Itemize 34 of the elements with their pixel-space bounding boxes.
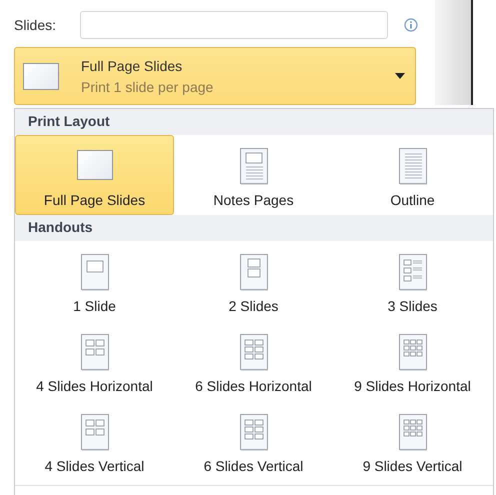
info-icon[interactable] [404, 18, 418, 32]
slides-label: Slides: [14, 17, 58, 33]
layout-option[interactable]: 2 Slides [174, 241, 333, 321]
page-layout-icon [398, 148, 426, 185]
layout-option[interactable]: 4 Slides Vertical [15, 401, 174, 481]
dropdown-title: Full Page Slides [81, 58, 184, 74]
layout-option[interactable]: 9 Slides Horizontal [333, 321, 492, 401]
section-header: Handouts [15, 215, 493, 241]
layout-option[interactable]: 6 Slides Vertical [174, 401, 333, 481]
slides-input-field[interactable] [80, 11, 388, 39]
section-header: Print Layout [15, 109, 493, 135]
layout-option[interactable]: 1 Slide [15, 241, 174, 321]
page-layout-icon [240, 414, 268, 451]
layout-option[interactable]: Notes Pages [174, 135, 333, 215]
layout-option[interactable]: 3 Slides [333, 241, 492, 321]
page-layout-icon [240, 334, 268, 371]
layout-option[interactable]: Outline [333, 135, 492, 215]
page-layout-icon [398, 334, 426, 371]
page-layout-icon [240, 148, 268, 185]
layout-option[interactable]: 9 Slides Vertical [333, 401, 492, 481]
page-layout-icon [80, 414, 108, 451]
page-layout-icon [80, 334, 108, 371]
layout-option[interactable]: Full Page Slides [15, 135, 174, 215]
layout-option[interactable]: 6 Slides Horizontal [174, 321, 333, 401]
slide-icon [23, 62, 59, 90]
page-layout-icon [398, 414, 426, 451]
slide-icon [76, 150, 112, 180]
page-layout-icon [398, 254, 426, 291]
layout-dropdown[interactable]: Full Page Slides Print 1 slide per page [14, 47, 416, 105]
page-layout-icon [240, 254, 268, 291]
layout-option[interactable]: 4 Slides Horizontal [15, 321, 174, 401]
page-layout-icon [80, 254, 108, 291]
caret-icon [395, 73, 405, 79]
dropdown-subtitle: Print 1 slide per page [81, 78, 214, 94]
